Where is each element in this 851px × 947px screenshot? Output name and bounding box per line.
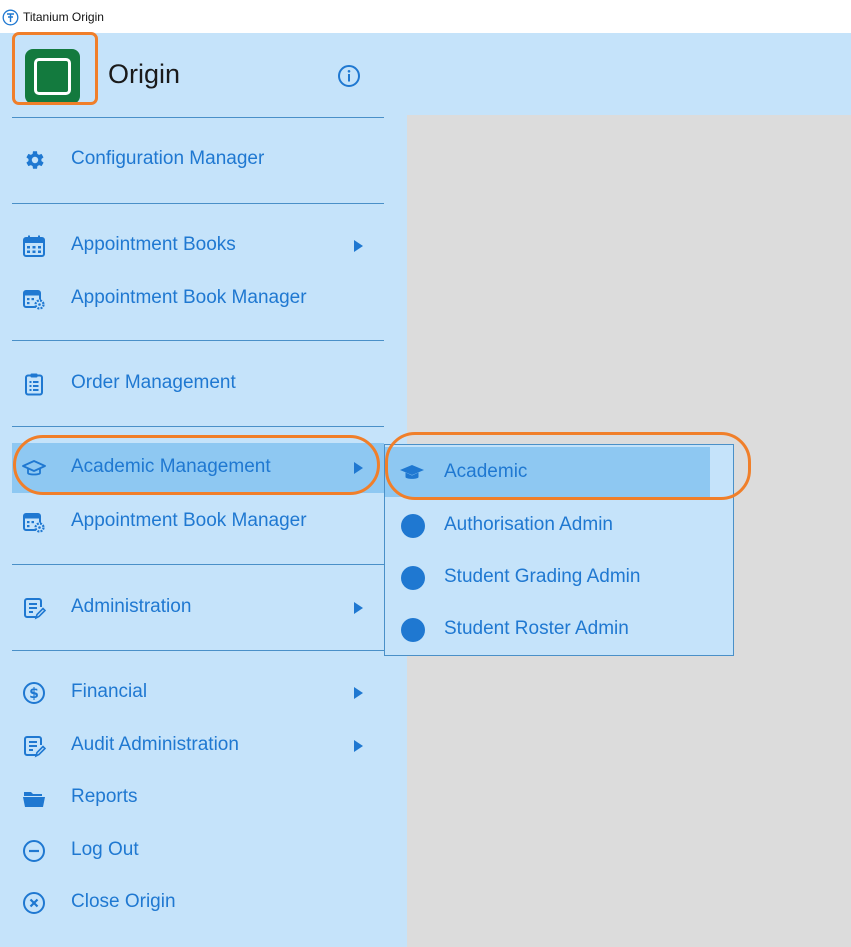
menu-label: Audit Administration [71,734,239,755]
menu-label: Appointment Book Manager [71,510,307,531]
circle-icon [401,566,425,590]
menu-label: Appointment Books [71,234,236,255]
menu-item-administration[interactable]: Administration [12,583,384,633]
circle-icon [401,618,425,642]
divider [12,650,384,651]
menu-item-close-origin[interactable]: Close Origin [12,878,384,928]
logo-highlight [12,32,98,105]
document-edit-icon [24,598,46,620]
menu-item-appointment-books[interactable]: Appointment Books [12,221,384,271]
menu-item-order-management[interactable]: Order Management [12,359,384,409]
divider [12,203,384,204]
app-name: Origin [108,59,181,89]
menu-item-financial[interactable]: $ Financial [12,668,384,718]
academic-management-highlight [13,435,380,495]
folder-open-icon [23,792,45,807]
divider [12,564,384,565]
menu-label: Close Origin [71,891,176,912]
menu-item-configuration-manager[interactable]: Configuration Manager [12,135,384,185]
window-title: Titanium Origin [23,10,104,24]
menu-label: Administration [71,596,192,617]
divider [12,340,384,341]
submenu-item-student-grading-admin[interactable]: Student Grading Admin [385,552,733,602]
submenu-item-authorisation-admin[interactable]: Authorisation Admin [385,500,733,550]
dollar-circle-icon: $ [23,682,45,704]
submenu-arrow-icon [354,240,363,252]
divider [12,426,384,427]
submenu-label: Student Roster Admin [444,618,629,639]
menu-label: Order Management [71,372,236,393]
svg-text:$: $ [29,686,39,702]
submenu-arrow-icon [354,740,363,752]
minus-circle-icon [23,840,45,862]
header-bar [407,33,851,115]
calendar-gear-icon [23,513,45,533]
submenu-arrow-icon [354,687,363,699]
menu-label: Appointment Book Manager [71,287,307,308]
menu-label: Financial [71,681,148,702]
circle-icon [401,514,425,538]
calendar-gear-icon [23,290,45,310]
clipboard-icon [25,373,43,396]
submenu-label: Authorisation Admin [444,514,613,535]
menu-item-appointment-book-manager[interactable]: Appointment Book Manager [12,274,384,324]
submenu-label: Student Grading Admin [444,566,641,587]
window-titlebar: Titanium Origin [0,0,851,33]
calendar-icon [23,235,45,257]
menu-label: Log Out [71,839,139,860]
titanium-logo-icon [2,9,19,26]
gear-icon [26,151,44,169]
menu-item-reports[interactable]: Reports [12,773,384,823]
menu-item-log-out[interactable]: Log Out [12,826,384,876]
submenu-item-student-roster-admin[interactable]: Student Roster Admin [385,604,733,654]
menu-item-audit-administration[interactable]: Audit Administration [12,721,384,771]
divider [12,117,384,118]
menu-item-appointment-book-manager-2[interactable]: Appointment Book Manager [12,497,384,547]
academic-highlight [385,432,751,500]
menu-label: Configuration Manager [71,148,265,169]
close-circle-icon [23,892,45,914]
info-icon[interactable] [337,64,361,88]
document-edit-icon [24,736,46,758]
menu-label: Reports [71,786,138,807]
submenu-arrow-icon [354,602,363,614]
